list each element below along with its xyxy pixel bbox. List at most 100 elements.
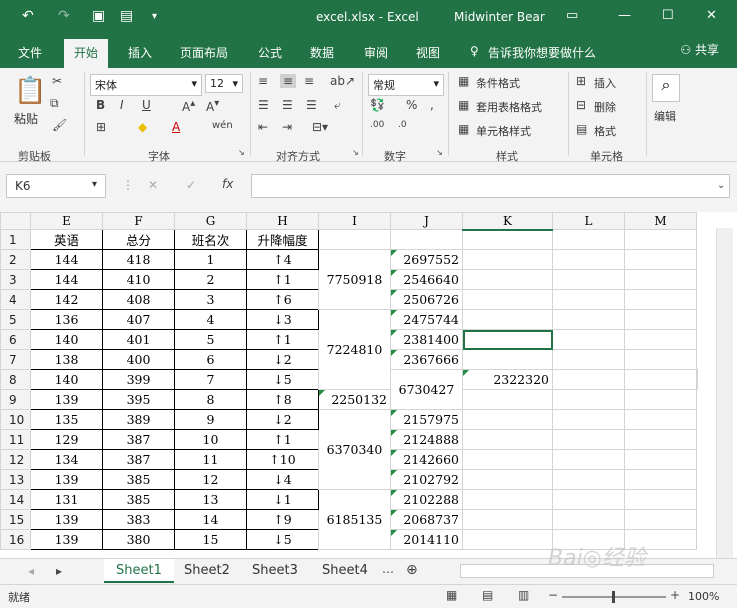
zoom-slider-thumb[interactable] — [612, 591, 615, 603]
cell-J[interactable]: 2381400 — [390, 329, 463, 350]
cell-H[interactable]: ↓2 — [246, 349, 319, 370]
cell-M[interactable] — [624, 509, 697, 530]
expand-formula-icon[interactable]: ⌄ — [717, 180, 725, 191]
cell-K[interactable] — [462, 289, 553, 310]
share-button[interactable]: ⚇ 共享 — [680, 41, 719, 58]
row-header[interactable]: 4 — [0, 289, 31, 310]
minimize-icon[interactable]: — — [618, 8, 631, 23]
cell-J[interactable]: 2102792 — [390, 469, 463, 490]
cell-G[interactable]: 15 — [174, 529, 247, 550]
font-size-box[interactable]: 12 ▾ — [205, 74, 243, 93]
cell-M[interactable] — [624, 389, 697, 410]
cell-J[interactable]: 2475744 — [390, 309, 463, 330]
cell-J[interactable]: 2102288 — [390, 489, 463, 510]
table-format-button[interactable]: 套用表格格式 — [476, 99, 542, 115]
format-cells-button[interactable]: 格式 — [594, 123, 616, 139]
cell-L[interactable] — [552, 329, 625, 350]
cell-F[interactable]: 410 — [102, 269, 175, 290]
cell-J[interactable]: 2124888 — [390, 429, 463, 450]
cell-F[interactable]: 387 — [102, 449, 175, 470]
cell-L[interactable] — [552, 309, 625, 330]
cell-E[interactable]: 139 — [30, 509, 103, 530]
cell-H[interactable]: ↓5 — [246, 369, 319, 390]
cell-styles-button[interactable]: 单元格样式 — [476, 123, 531, 139]
sheet-tab-4[interactable]: Sheet4 — [310, 559, 380, 583]
cell-L[interactable] — [552, 289, 625, 310]
increase-font-icon[interactable]: A▴ — [182, 98, 195, 114]
cell-M[interactable] — [624, 449, 697, 470]
cell-table[interactable]: E F G H I J K L M 1 英语 总分 班名次 升降幅度 2 144 418 1 ↑4 7750918 26… — [0, 212, 698, 550]
cell-F[interactable]: 383 — [102, 509, 175, 530]
cell-E[interactable]: 140 — [30, 329, 103, 350]
cell-G[interactable]: 班名次 — [174, 229, 247, 250]
cell-K[interactable] — [462, 489, 553, 510]
cell-K[interactable] — [462, 469, 553, 490]
cell-M[interactable] — [624, 349, 697, 370]
cell-H[interactable]: ↑1 — [246, 269, 319, 290]
cell-L[interactable] — [552, 429, 625, 450]
cell-E[interactable]: 131 — [30, 489, 103, 510]
cell-J[interactable]: 2157975 — [390, 409, 463, 430]
merge-center-icon[interactable]: ⊟▾ — [312, 120, 328, 134]
edit-button[interactable]: 编辑 — [654, 108, 676, 124]
cell-G[interactable]: 14 — [174, 509, 247, 530]
tab-formulas[interactable]: 公式 — [258, 44, 282, 61]
row-header[interactable]: 16 — [0, 529, 31, 550]
cell-K[interactable] — [462, 409, 553, 430]
tab-home[interactable]: 开始 — [64, 39, 109, 68]
cell-E[interactable]: 135 — [30, 409, 103, 430]
cell-H[interactable]: ↓5 — [246, 529, 319, 550]
align-middle-icon[interactable]: ≡ — [280, 74, 297, 88]
cell-F[interactable]: 400 — [102, 349, 175, 370]
number-format-box[interactable]: 常规 ▾ — [368, 74, 444, 96]
cell-H[interactable]: ↑4 — [246, 249, 319, 270]
cell-F[interactable]: 385 — [102, 489, 175, 510]
phonetic-icon[interactable]: wén — [212, 120, 233, 131]
cell-E[interactable]: 138 — [30, 349, 103, 370]
merged-cell-I[interactable]: 7750918 — [318, 249, 391, 310]
font-name-box[interactable]: 宋体 ▾ — [90, 74, 202, 96]
cell-K[interactable] — [462, 449, 553, 470]
delete-cells-button[interactable]: 删除 — [594, 99, 616, 115]
tell-me-box[interactable]: 告诉我你想要做什么 — [488, 44, 596, 61]
column-header[interactable]: G — [174, 212, 247, 230]
align-right-icon[interactable]: ☰ — [306, 98, 317, 112]
cell-G[interactable]: 2 — [174, 269, 247, 290]
dialog-launcher-icon[interactable]: ↘ — [238, 148, 245, 157]
increase-decimal-icon[interactable]: .00 — [370, 120, 384, 130]
cell-L[interactable] — [552, 249, 625, 270]
cell-G[interactable]: 12 — [174, 469, 247, 490]
cell-H[interactable]: ↑1 — [246, 429, 319, 450]
cell-G[interactable]: 7 — [174, 369, 247, 390]
row-header[interactable]: 15 — [0, 509, 31, 530]
cell-J[interactable]: 2697552 — [390, 249, 463, 270]
close-icon[interactable]: ✕ — [706, 8, 717, 23]
row-header[interactable]: 7 — [0, 349, 31, 370]
cell-L[interactable] — [552, 469, 625, 490]
cell-K[interactable] — [462, 269, 553, 290]
customize-icon[interactable]: ▾ — [152, 11, 157, 22]
cell-J[interactable]: 2014110 — [390, 529, 463, 550]
row-header[interactable]: 6 — [0, 329, 31, 350]
tab-data[interactable]: 数据 — [310, 44, 334, 61]
cell-L[interactable] — [552, 349, 625, 370]
scroll-left-icon[interactable]: ◂ — [28, 564, 34, 578]
cell-J[interactable]: 2322320 — [462, 369, 553, 390]
cell-H[interactable]: ↑6 — [246, 289, 319, 310]
align-bottom-icon[interactable]: ≡ — [304, 74, 314, 88]
percent-icon[interactable]: % — [406, 98, 417, 112]
cell-H[interactable]: ↓3 — [246, 309, 319, 330]
row-header[interactable]: 9 — [0, 389, 31, 410]
cell-K[interactable] — [462, 349, 553, 370]
cell-L[interactable] — [552, 449, 625, 470]
cell-F[interactable]: 380 — [102, 529, 175, 550]
cell-H[interactable]: ↓2 — [246, 409, 319, 430]
decrease-decimal-icon[interactable]: .0 — [398, 120, 407, 130]
border-icon[interactable]: ⊞ — [96, 120, 106, 134]
cell-H[interactable]: ↑1 — [246, 329, 319, 350]
format-painter-icon[interactable]: 🖌 — [52, 118, 67, 132]
cut-icon[interactable]: ✂ — [52, 74, 62, 88]
cell-M[interactable] — [624, 329, 697, 350]
cell-G[interactable]: 6 — [174, 349, 247, 370]
cell-K[interactable] — [462, 509, 553, 530]
